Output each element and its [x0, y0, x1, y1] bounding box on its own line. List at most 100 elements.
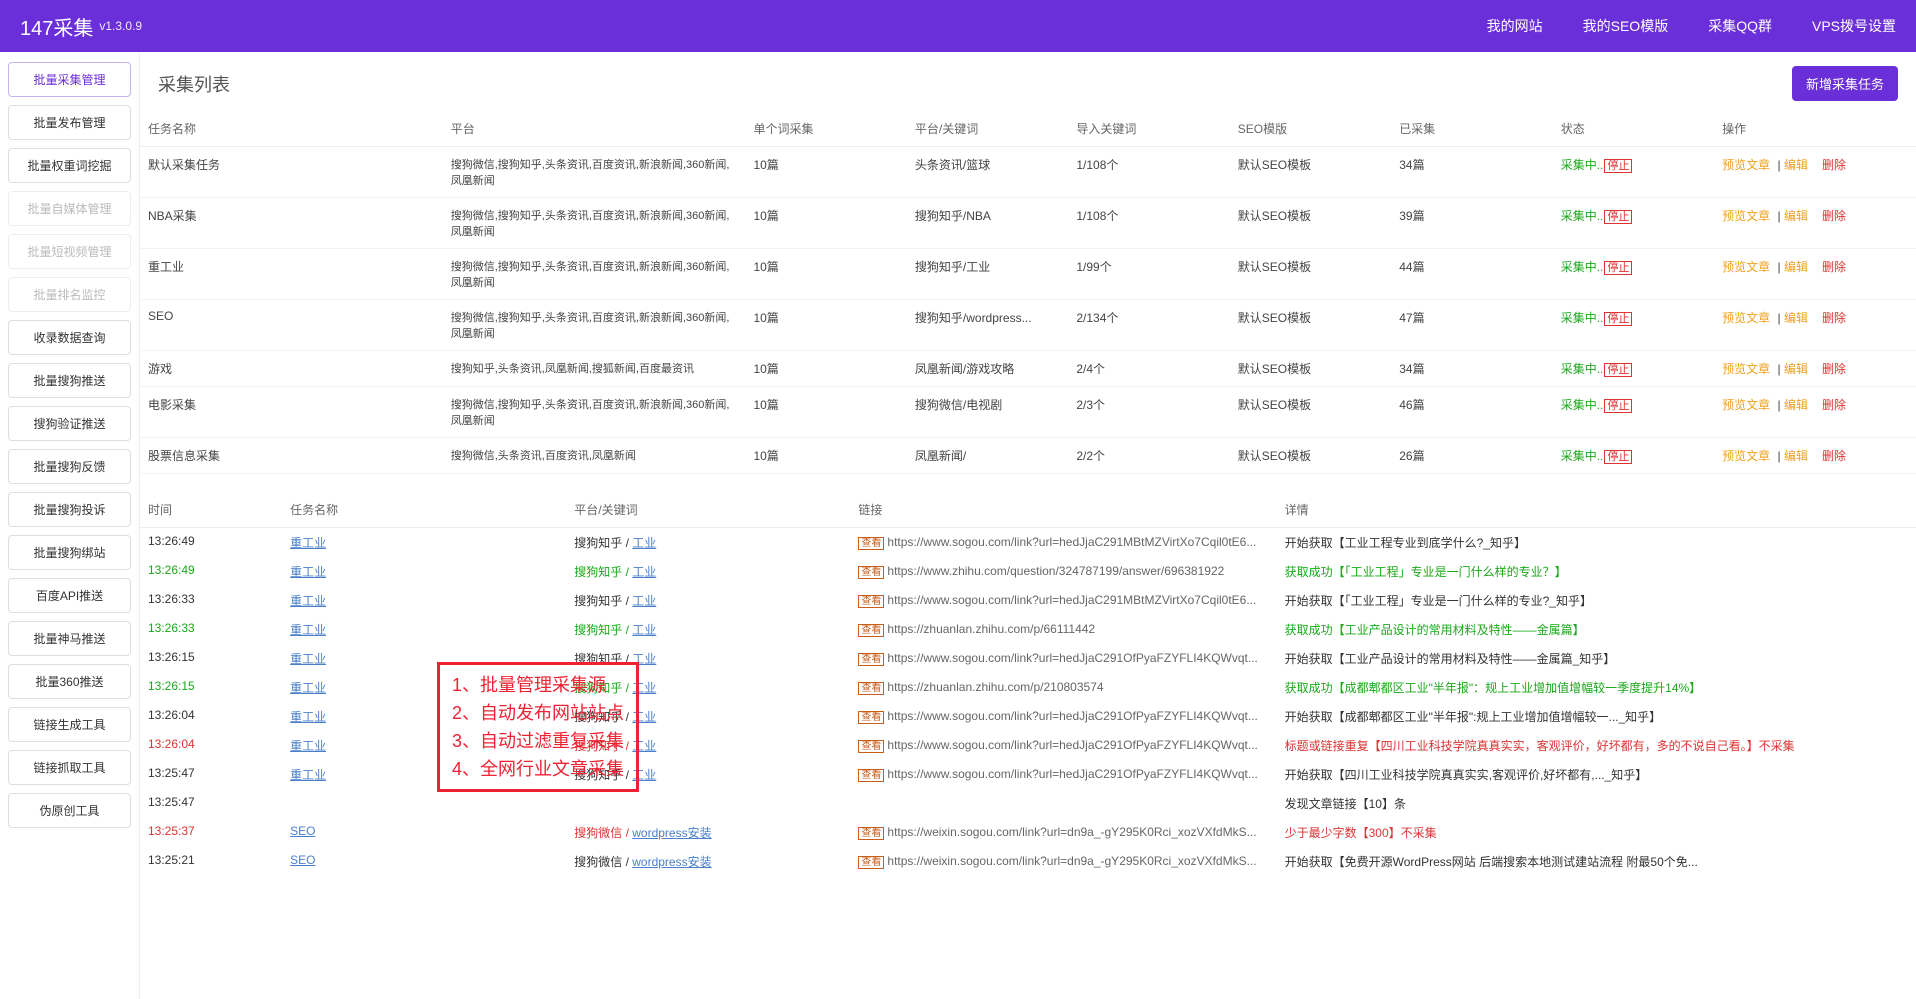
log-task-link[interactable]: 重工业: [290, 565, 326, 579]
log-task-link[interactable]: 重工业: [290, 652, 326, 666]
stop-button[interactable]: 停止: [1604, 399, 1632, 413]
view-badge[interactable]: 查看: [858, 537, 884, 550]
sidebar-item[interactable]: 批量发布管理: [8, 105, 131, 140]
task-row: 电影采集搜狗微信,搜狗知乎,头条资讯,百度资讯,新浪新闻,360新闻,凤凰新闻1…: [140, 387, 1916, 438]
task-actions: 预览文章 | 编辑 删除: [1714, 249, 1916, 300]
col-header: 详情: [1277, 492, 1916, 528]
view-badge[interactable]: 查看: [858, 682, 884, 695]
log-kw-link[interactable]: 工业: [632, 565, 656, 579]
sidebar-item[interactable]: 批量神马推送: [8, 621, 131, 656]
nav-link[interactable]: VPS拨号设置: [1812, 16, 1896, 36]
log-detail: 开始获取【四川工业科技学院真真实实,客观评价,好坏都有,..._知乎】: [1277, 760, 1916, 789]
edit-link[interactable]: 编辑: [1784, 311, 1808, 325]
stop-button[interactable]: 停止: [1604, 261, 1632, 275]
delete-link[interactable]: 删除: [1822, 260, 1846, 274]
log-kw-link[interactable]: 工业: [632, 594, 656, 608]
edit-link[interactable]: 编辑: [1784, 158, 1808, 172]
task-imported: 1/108个: [1068, 147, 1229, 198]
delete-link[interactable]: 删除: [1822, 449, 1846, 463]
sidebar-item[interactable]: 批量搜狗反馈: [8, 449, 131, 484]
log-kw-link[interactable]: 工业: [632, 623, 656, 637]
task-name: 重工业: [140, 249, 443, 300]
log-detail: 少于最少字数【300】不采集: [1277, 818, 1916, 847]
log-task-link[interactable]: 重工业: [290, 681, 326, 695]
stop-button[interactable]: 停止: [1604, 363, 1632, 377]
log-task-link[interactable]: 重工业: [290, 536, 326, 550]
log-kw-link[interactable]: wordpress安装: [632, 826, 711, 840]
sidebar-item[interactable]: 链接生成工具: [8, 707, 131, 742]
sidebar-item[interactable]: 收录数据查询: [8, 320, 131, 355]
log-task: [282, 789, 566, 818]
delete-link[interactable]: 删除: [1822, 362, 1846, 376]
log-task-link[interactable]: 重工业: [290, 594, 326, 608]
task-count: 34篇: [1391, 351, 1552, 387]
log-time: 13:25:47: [140, 760, 282, 789]
sidebar-item[interactable]: 批量搜狗绑站: [8, 535, 131, 570]
stop-button[interactable]: 停止: [1604, 312, 1632, 326]
delete-link[interactable]: 删除: [1822, 209, 1846, 223]
delete-link[interactable]: 删除: [1822, 398, 1846, 412]
log-task-link[interactable]: 重工业: [290, 710, 326, 724]
log-link: [850, 789, 1276, 818]
preview-link[interactable]: 预览文章: [1722, 209, 1770, 223]
preview-link[interactable]: 预览文章: [1722, 311, 1770, 325]
sidebar-item[interactable]: 百度API推送: [8, 578, 131, 613]
preview-link[interactable]: 预览文章: [1722, 260, 1770, 274]
sidebar-item[interactable]: 批量360推送: [8, 664, 131, 699]
log-kw-link[interactable]: wordpress安装: [632, 855, 711, 869]
view-badge[interactable]: 查看: [858, 595, 884, 608]
view-badge[interactable]: 查看: [858, 740, 884, 753]
log-task-link[interactable]: 重工业: [290, 768, 326, 782]
delete-link[interactable]: 删除: [1822, 311, 1846, 325]
log-task: 重工业: [282, 557, 566, 586]
sidebar-item[interactable]: 批量搜狗推送: [8, 363, 131, 398]
view-badge[interactable]: 查看: [858, 653, 884, 666]
edit-link[interactable]: 编辑: [1784, 362, 1808, 376]
edit-link[interactable]: 编辑: [1784, 260, 1808, 274]
preview-link[interactable]: 预览文章: [1722, 398, 1770, 412]
task-template: 默认SEO模板: [1230, 438, 1391, 474]
nav-link[interactable]: 采集QQ群: [1708, 16, 1772, 36]
log-time: 13:26:15: [140, 644, 282, 673]
view-badge[interactable]: 查看: [858, 566, 884, 579]
new-task-button[interactable]: 新增采集任务: [1792, 66, 1898, 101]
view-badge[interactable]: 查看: [858, 856, 884, 869]
edit-link[interactable]: 编辑: [1784, 398, 1808, 412]
edit-link[interactable]: 编辑: [1784, 209, 1808, 223]
log-task-link[interactable]: 重工业: [290, 623, 326, 637]
preview-link[interactable]: 预览文章: [1722, 158, 1770, 172]
sidebar-item[interactable]: 批量权重词挖掘: [8, 148, 131, 183]
view-badge[interactable]: 查看: [858, 827, 884, 840]
log-link: 查看https://www.sogou.com/link?url=hedJjaC…: [850, 528, 1276, 558]
col-header: 链接: [850, 492, 1276, 528]
view-badge[interactable]: 查看: [858, 624, 884, 637]
sidebar-item[interactable]: 搜狗验证推送: [8, 406, 131, 441]
view-badge[interactable]: 查看: [858, 769, 884, 782]
sidebar-item[interactable]: 批量搜狗投诉: [8, 492, 131, 527]
stop-button[interactable]: 停止: [1604, 210, 1632, 224]
stop-button[interactable]: 停止: [1604, 450, 1632, 464]
edit-link[interactable]: 编辑: [1784, 449, 1808, 463]
log-task-link[interactable]: SEO: [290, 853, 315, 867]
nav-link[interactable]: 我的SEO模版: [1583, 16, 1669, 36]
view-badge[interactable]: 查看: [858, 711, 884, 724]
log-task-link[interactable]: 重工业: [290, 739, 326, 753]
log-platform: 搜狗知乎 / 工业: [566, 586, 850, 615]
task-imported: 2/2个: [1068, 438, 1229, 474]
preview-link[interactable]: 预览文章: [1722, 362, 1770, 376]
sidebar-item[interactable]: 链接抓取工具: [8, 750, 131, 785]
delete-link[interactable]: 删除: [1822, 158, 1846, 172]
stop-button[interactable]: 停止: [1604, 159, 1632, 173]
log-task-link[interactable]: SEO: [290, 824, 315, 838]
overlay-line: 1、批量管理采集源: [452, 671, 624, 699]
sidebar-item[interactable]: 伪原创工具: [8, 793, 131, 828]
preview-link[interactable]: 预览文章: [1722, 449, 1770, 463]
log-link: 查看https://www.sogou.com/link?url=hedJjaC…: [850, 644, 1276, 673]
task-name: 游戏: [140, 351, 443, 387]
log-kw-link[interactable]: 工业: [632, 536, 656, 550]
sidebar-item[interactable]: 批量采集管理: [8, 62, 131, 97]
log-url: https://www.sogou.com/link?url=hedJjaC29…: [887, 535, 1256, 549]
log-detail: 发现文章链接【10】条: [1277, 789, 1916, 818]
task-keyword: 凤凰新闻/游戏攻略: [907, 351, 1068, 387]
nav-link[interactable]: 我的网站: [1487, 16, 1543, 36]
